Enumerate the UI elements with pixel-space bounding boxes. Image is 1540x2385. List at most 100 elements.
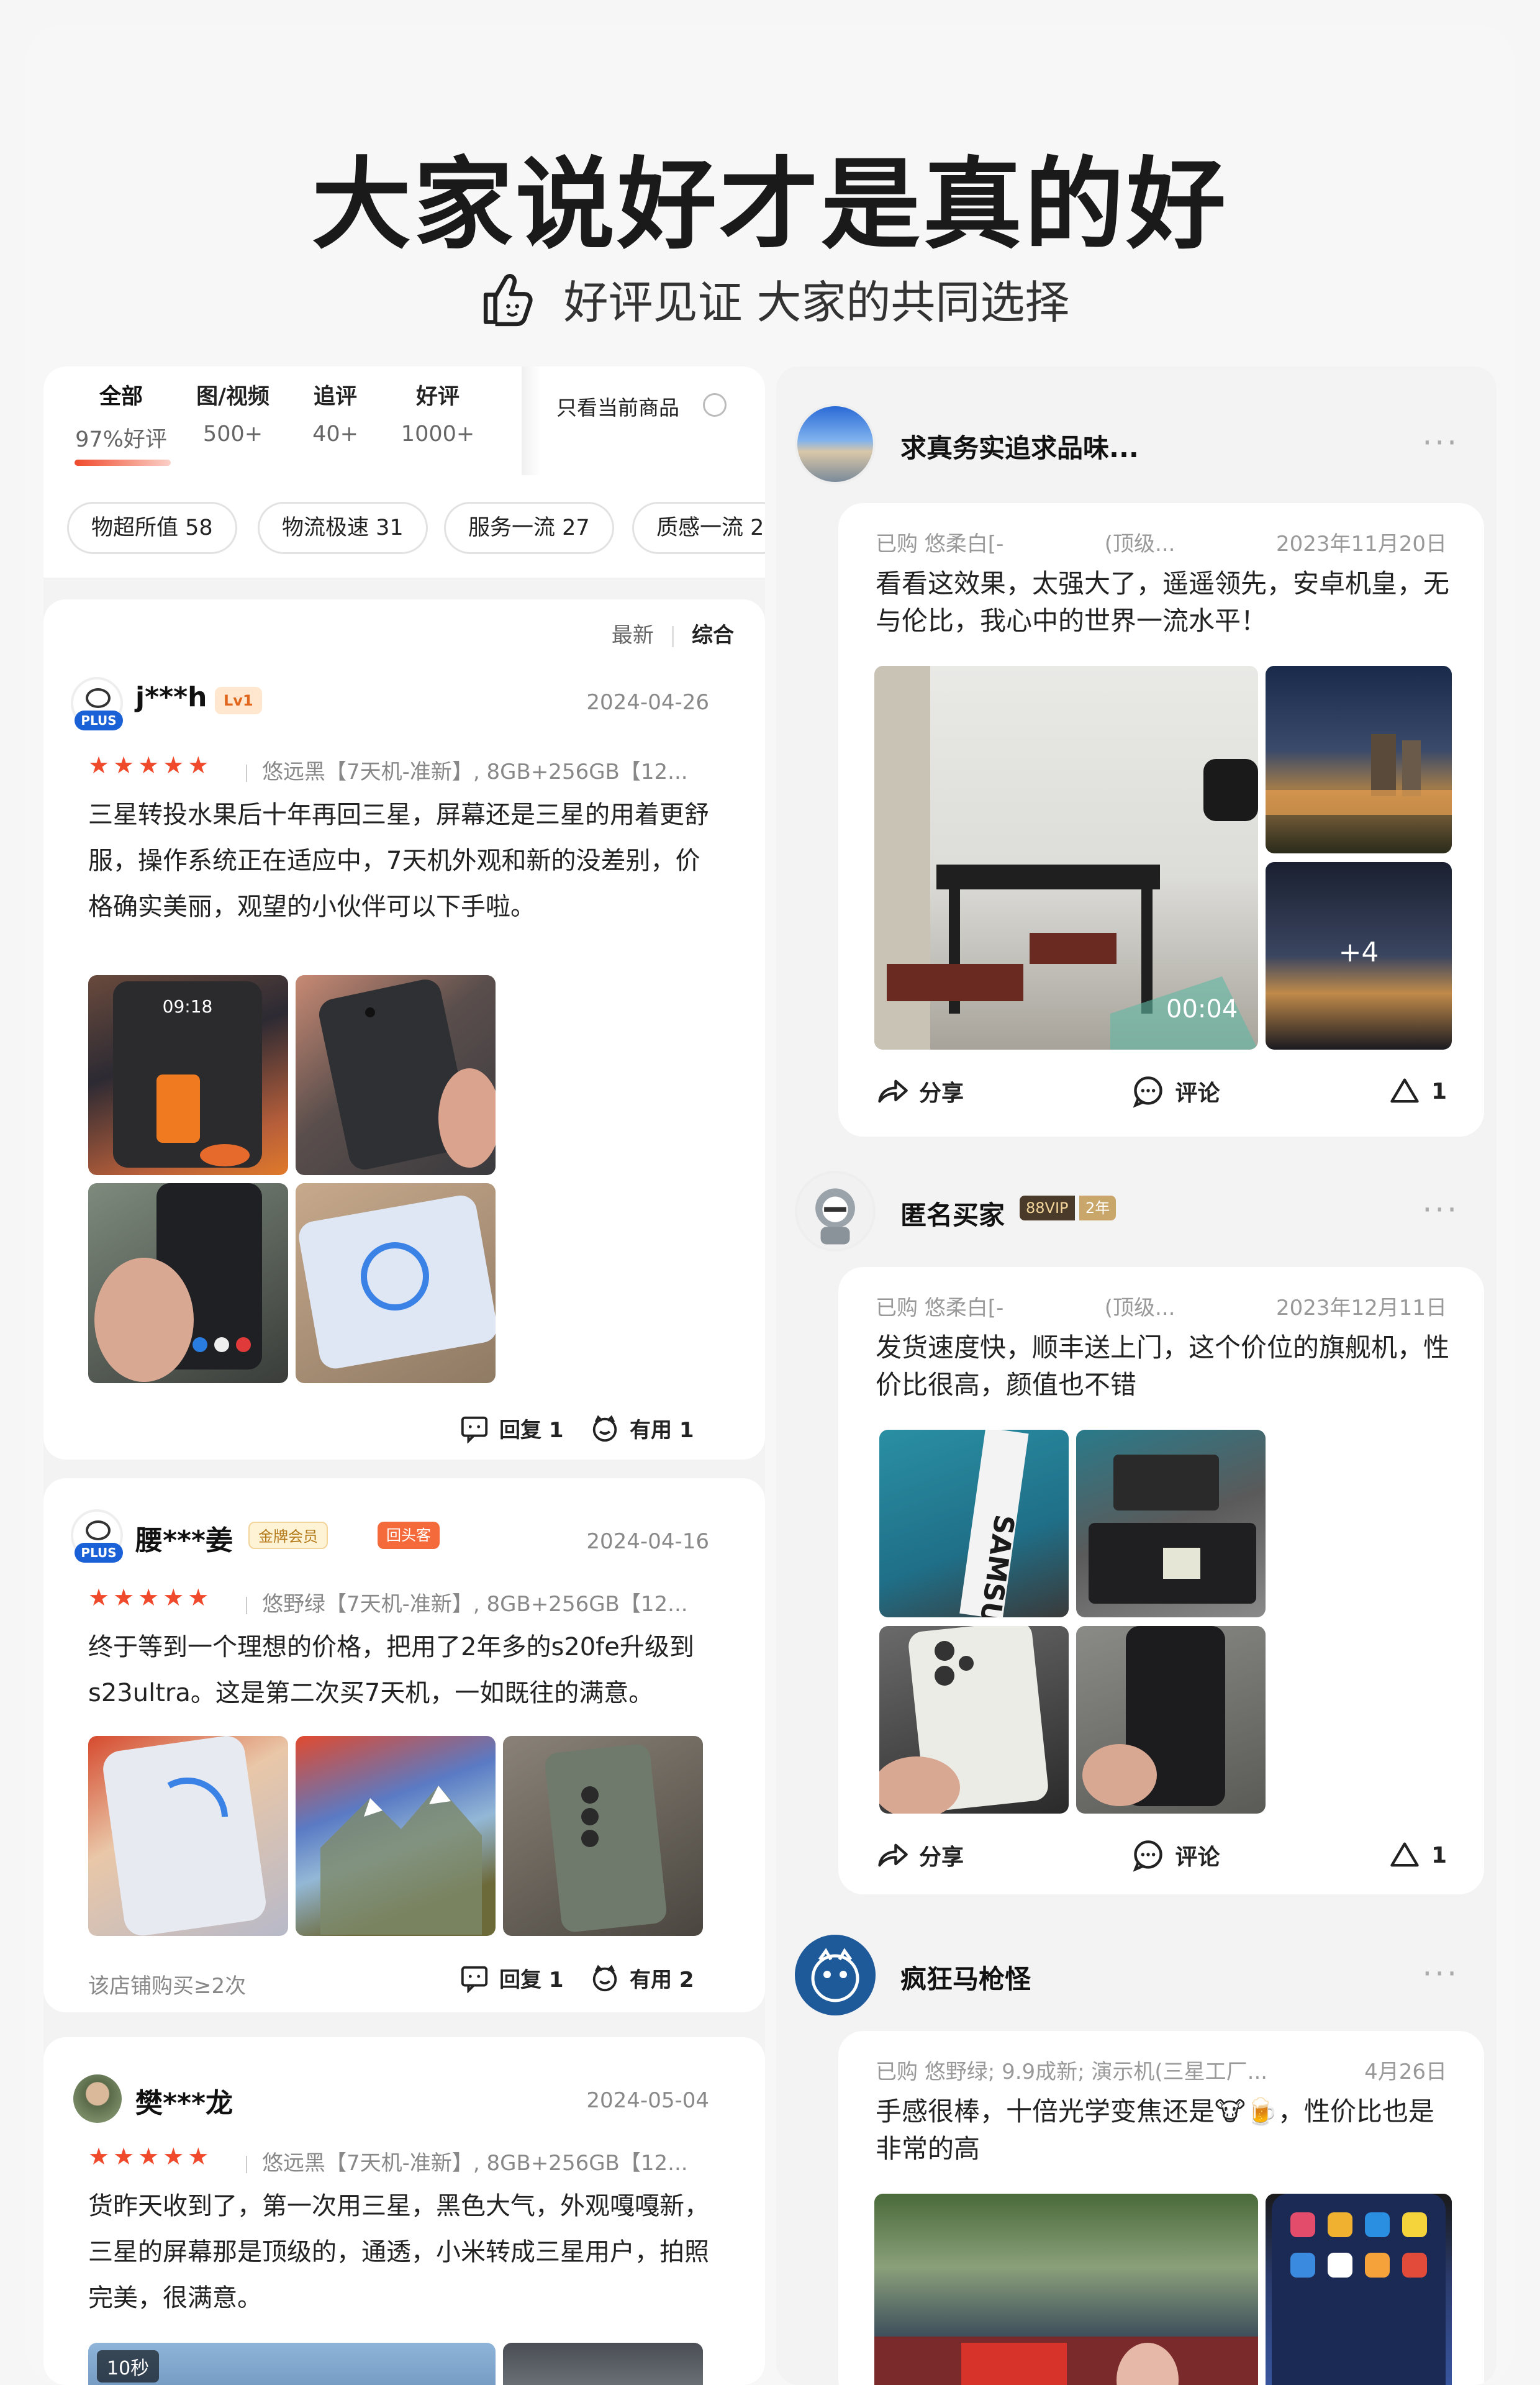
- review-photo[interactable]: [503, 2343, 703, 2385]
- post-text: 看看这效果，太强大了，遥遥领先，安卓机皇，无与伦比，我心中的世界一流水平！: [876, 568, 1450, 636]
- tab-positive[interactable]: 好评 1000+: [391, 379, 484, 447]
- avatar[interactable]: [795, 404, 876, 484]
- avatar[interactable]: [73, 2074, 122, 2123]
- review-date: 2024-05-04: [586, 2088, 709, 2113]
- review-photo[interactable]: 09:18: [88, 975, 288, 1175]
- review-photo[interactable]: [296, 1183, 496, 1383]
- vip-years-badge: 2年: [1079, 1196, 1116, 1220]
- useful-button[interactable]: 有用 2: [590, 1963, 694, 1993]
- tab-followup[interactable]: 追评 40+: [292, 379, 379, 447]
- review-text: 终于等到一个理想的价格，把用了2年多的s20fe升级到s23ultra。这是第二…: [88, 1633, 694, 1707]
- post-photo[interactable]: SAMSUNG: [879, 1430, 1069, 1617]
- review-card: PLUS 腰***姜 金牌会员 回头客 2024-04-16 ★★★★★ 悠野绿…: [43, 1478, 765, 2012]
- store-purchase-count: 该店铺购买≥2次: [88, 1974, 247, 1999]
- comment-bubble-icon: [1133, 1076, 1163, 1108]
- share-button[interactable]: 分享: [876, 1838, 964, 1872]
- review-video[interactable]: 10秒: [88, 2343, 496, 2385]
- rating-stars: ★★★★★: [88, 752, 213, 779]
- share-icon: [878, 1079, 908, 1103]
- more-icon[interactable]: ···: [1422, 1956, 1459, 1992]
- tag-chip[interactable]: 服务一流 27: [444, 502, 614, 554]
- reviews-panel: 全部 97%好评 图/视频 500+ 追评 40+ 好评 1000+ 只看当前商…: [43, 366, 765, 2385]
- post-photo[interactable]: [874, 2194, 1258, 2385]
- subtitle-text: 好评见证 大家的共同选择: [563, 276, 1070, 329]
- review-date: 2024-04-16: [586, 1529, 709, 1554]
- post-actions: 分享 评论 1: [876, 1838, 1447, 1872]
- more-icon[interactable]: ···: [1422, 425, 1459, 461]
- post-photo[interactable]: [879, 1626, 1069, 1814]
- reply-button[interactable]: 回复 1: [460, 1413, 564, 1443]
- more-icon[interactable]: ···: [1422, 1192, 1459, 1228]
- post-photo[interactable]: [1266, 2194, 1452, 2385]
- tab-media[interactable]: 图/视频 500+: [183, 379, 283, 447]
- triangle-like-icon: [1390, 1842, 1419, 1867]
- review-text: 三星转投水果后十年再回三星，屏幕还是三星的用着更舒服，操作系统正在适应中，7天机…: [88, 801, 709, 921]
- smile-icon: [592, 1415, 617, 1442]
- reply-button[interactable]: 回复 1: [460, 1963, 564, 1993]
- post-header: 疯狂马枪怪 ···: [776, 1922, 1497, 2028]
- share-button[interactable]: 分享: [876, 1074, 964, 1108]
- post-meta: 已购 悠野绿; 9.9成新; 演示机(三星工厂... 4月26日: [876, 2060, 1447, 2084]
- review-card: 最新 | 综合 PLUS j***h Lv1 2024-04-26 ★★★★★ …: [43, 599, 765, 1460]
- sort-overall[interactable]: 综合: [692, 623, 734, 648]
- review-date: 2024-04-26: [586, 690, 709, 715]
- comment-bubble-icon: [1133, 1840, 1163, 1872]
- review-photo[interactable]: [503, 1736, 703, 1936]
- post-card: 已购 悠野绿; 9.9成新; 演示机(三星工厂... 4月26日 手感很棒，十倍…: [838, 2031, 1484, 2385]
- smile-icon: [592, 1965, 617, 1991]
- post-photo[interactable]: [1076, 1430, 1266, 1617]
- more-count: +4: [1338, 937, 1379, 968]
- rating-stars: ★★★★★: [88, 2143, 213, 2170]
- reviewer-name: j***h: [135, 681, 207, 713]
- lock-time: 09:18: [163, 996, 213, 1017]
- review-text: 货昨天收到了，第一次用三星，黑色大气，外观嘎嘎新，三星的屏幕那是顶级的，通透，小…: [88, 2192, 709, 2312]
- poster-name: 匿名买家: [900, 1200, 1005, 1230]
- comment-button[interactable]: 评论: [1131, 1074, 1220, 1108]
- review-photo[interactable]: [296, 975, 496, 1175]
- useful-button[interactable]: 有用 1: [590, 1413, 694, 1443]
- plus-badge: PLUS: [75, 711, 123, 730]
- comment-icon: [461, 1416, 488, 1443]
- sort-latest[interactable]: 最新: [612, 623, 654, 648]
- post-card: 已购 悠柔白[- (顶级... 2023年11月20日 看看这效果，太强大了，遥…: [838, 503, 1484, 1137]
- post-video[interactable]: 00:04: [874, 666, 1258, 1050]
- review-photo[interactable]: [296, 1736, 496, 1936]
- tag-chip[interactable]: 物流极速 31: [258, 502, 428, 554]
- subtitle-row: 好评见证 大家的共同选择: [0, 264, 1540, 332]
- avatar[interactable]: PLUS: [71, 677, 123, 730]
- social-feed-panel: 求真务实追求品味... ··· 已购 悠柔白[- (顶级... 2023年11月…: [776, 366, 1497, 2385]
- avatar[interactable]: PLUS: [71, 1509, 123, 1563]
- reviewer-name: 腰***姜: [135, 1525, 233, 1556]
- post-photo[interactable]: +4: [1266, 862, 1452, 1050]
- review-photo[interactable]: [88, 1183, 288, 1383]
- post-meta: 已购 悠柔白[- (顶级... 2023年11月20日: [876, 532, 1447, 556]
- sort-bar: 最新 | 综合: [611, 623, 734, 648]
- level-badge: Lv1: [215, 687, 262, 714]
- like-button[interactable]: 1: [1388, 1838, 1447, 1872]
- only-current-radio[interactable]: [703, 393, 727, 417]
- post-card: 已购 悠柔白[- (顶级... 2023年12月11日 发货速度快，顺丰送上门，…: [838, 1267, 1484, 1894]
- thumbs-up-icon: [483, 274, 533, 327]
- review-card: 樊***龙 2024-05-04 ★★★★★ 悠远黑【7天机-准新】, 8GB+…: [43, 2037, 765, 2385]
- purchase-spec: 悠远黑【7天机-准新】, 8GB+256GB【12...: [246, 755, 693, 785]
- purchase-spec: 悠远黑【7天机-准新】, 8GB+256GB【12...: [246, 2146, 693, 2176]
- only-current-label[interactable]: 只看当前商品: [556, 391, 679, 421]
- post-photo[interactable]: [1266, 666, 1452, 853]
- avatar[interactable]: [795, 1935, 876, 2015]
- poster-name: 疯狂马枪怪: [900, 1964, 1031, 1994]
- tag-chip[interactable]: 物超所值 58: [67, 502, 237, 554]
- purchase-spec: 悠野绿【7天机-准新】, 8GB+256GB【12...: [246, 1587, 693, 1617]
- page: 大家说好才是真的好 好评见证 大家的共同选择 全部 97%好评 图/视频 500…: [0, 0, 1540, 2385]
- repeat-buyer-badge: 回头客: [378, 1522, 440, 1549]
- avatar[interactable]: [795, 1171, 876, 1252]
- rating-stars: ★★★★★: [88, 1584, 213, 1611]
- video-time: 00:04: [1166, 995, 1238, 1024]
- comment-button[interactable]: 评论: [1131, 1838, 1220, 1872]
- post-photo[interactable]: [1076, 1626, 1266, 1814]
- comment-icon: [461, 1966, 488, 1993]
- tab-all[interactable]: 全部 97%好评: [68, 379, 174, 453]
- tag-chip[interactable]: 质感一流 2: [632, 502, 765, 554]
- video-duration: 10秒: [97, 2350, 160, 2383]
- review-photo[interactable]: [88, 1736, 288, 1936]
- like-button[interactable]: 1: [1388, 1074, 1447, 1108]
